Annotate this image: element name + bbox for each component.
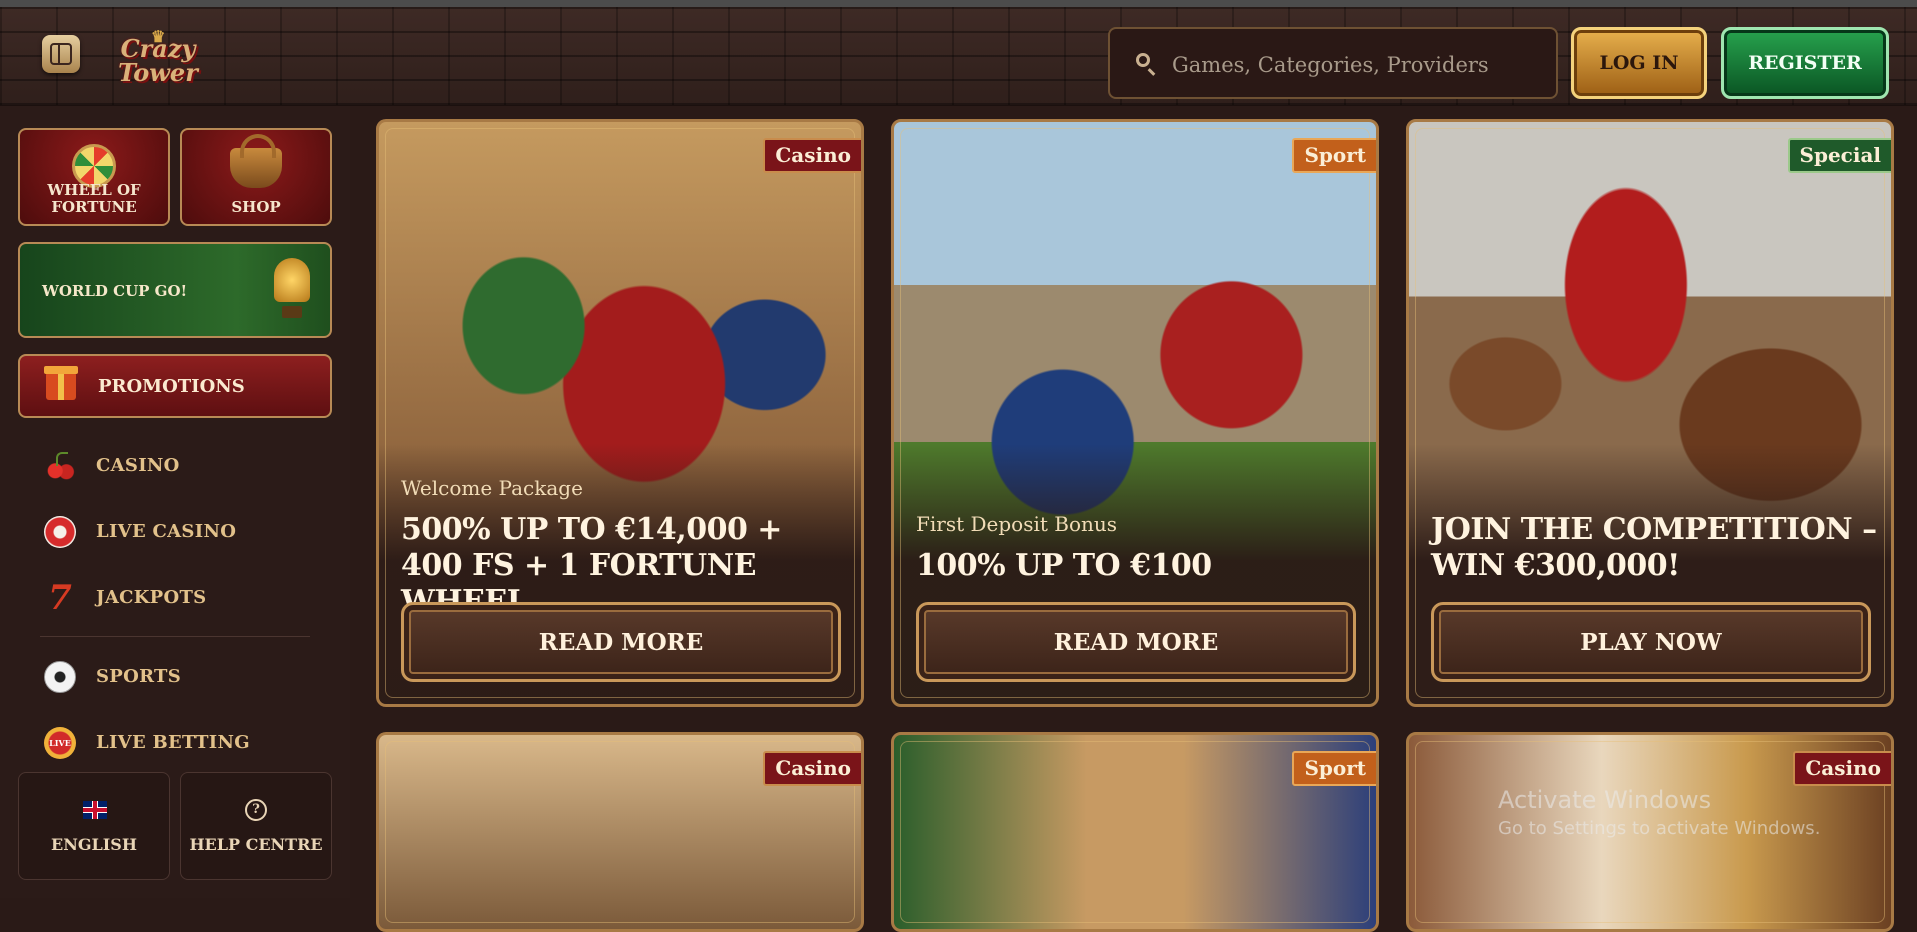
help-icon: ? bbox=[245, 799, 267, 821]
category-tag: Sport bbox=[1292, 138, 1376, 173]
logo-text-line2: Tower bbox=[118, 58, 198, 87]
search-bar[interactable] bbox=[1108, 27, 1558, 99]
category-tag: Special bbox=[1787, 138, 1891, 173]
category-tag: Casino bbox=[1793, 751, 1891, 786]
gift-icon bbox=[44, 366, 78, 400]
shop-tile[interactable]: SHOP bbox=[180, 128, 332, 226]
wheel-of-fortune-tile[interactable]: WHEEL OF FORTUNE bbox=[18, 128, 170, 226]
lucky-seven-icon: 7 bbox=[48, 578, 72, 618]
promo-card-competition[interactable]: Special JOIN THE COMPETITION – WIN €300,… bbox=[1406, 119, 1894, 707]
card-title: 100% UP TO €100 bbox=[916, 548, 1212, 583]
search-input[interactable] bbox=[1170, 47, 1544, 83]
sidebar-item-label: LIVE BETTING bbox=[96, 732, 250, 753]
sidebar-item-label: JACKPOTS bbox=[96, 587, 207, 608]
language-label: ENGLISH bbox=[51, 835, 137, 854]
sidebar: WHEEL OF FORTUNE SHOP WORLD CUP GO! PROM… bbox=[0, 106, 350, 898]
read-more-button[interactable]: READ MORE bbox=[401, 602, 841, 682]
card-title: JOIN THE COMPETITION – WIN €300,000! bbox=[1431, 512, 1877, 583]
promo-card-first-deposit[interactable]: Sport First Deposit Bonus 100% UP TO €10… bbox=[891, 119, 1379, 707]
help-centre-button[interactable]: ? HELP CENTRE bbox=[180, 772, 332, 880]
soccer-ball-icon bbox=[44, 661, 76, 693]
trophy-icon bbox=[274, 258, 310, 318]
world-cup-label: WORLD CUP GO! bbox=[42, 282, 188, 300]
crazy-tower-logo[interactable]: ♛ Crazy Tower bbox=[118, 25, 198, 95]
sidebar-item-label: CASINO bbox=[96, 455, 180, 476]
promo-card-welcome[interactable]: Casino Welcome Package 500% UP TO €14,00… bbox=[376, 119, 864, 707]
sidebar-item-casino[interactable]: CASINO bbox=[40, 444, 340, 488]
wheel-of-fortune-label: WHEEL OF FORTUNE bbox=[47, 181, 141, 216]
casino-chip-icon bbox=[44, 516, 76, 548]
promo-card[interactable]: Casino bbox=[376, 732, 864, 932]
help-centre-label: HELP CENTRE bbox=[189, 835, 323, 854]
category-tag: Sport bbox=[1292, 751, 1376, 786]
sidebar-item-label: LIVE CASINO bbox=[96, 521, 237, 542]
card-subtitle: First Deposit Bonus bbox=[916, 512, 1118, 536]
cherry-icon bbox=[44, 450, 76, 482]
crown-icon: ♛ bbox=[151, 27, 166, 46]
shop-label: SHOP bbox=[231, 198, 281, 216]
sidebar-item-live-betting[interactable]: LIVE LIVE BETTING bbox=[40, 721, 340, 765]
world-cup-banner[interactable]: WORLD CUP GO! bbox=[18, 242, 332, 338]
category-tag: Casino bbox=[763, 138, 861, 173]
watermark-title: Activate Windows bbox=[1498, 786, 1712, 814]
activate-windows-watermark: Activate Windows Go to Settings to activ… bbox=[1498, 786, 1820, 839]
watermark-subtitle: Go to Settings to activate Windows. bbox=[1498, 818, 1821, 839]
live-badge-icon: LIVE bbox=[44, 727, 76, 759]
card-subtitle: Welcome Package bbox=[401, 476, 583, 500]
category-tag: Casino bbox=[763, 751, 861, 786]
uk-flag-icon bbox=[83, 801, 107, 819]
login-button[interactable]: LOG IN bbox=[1571, 27, 1707, 99]
sidebar-item-jackpots[interactable]: 7 JACKPOTS bbox=[40, 576, 340, 620]
promotions-label: PROMOTIONS bbox=[98, 376, 245, 397]
sidebar-toggle-icon[interactable] bbox=[42, 35, 80, 73]
register-button[interactable]: REGISTER bbox=[1721, 27, 1889, 99]
language-button[interactable]: ENGLISH bbox=[18, 772, 170, 880]
basket-icon bbox=[230, 134, 282, 188]
sidebar-item-label: SPORTS bbox=[96, 666, 182, 687]
sidebar-item-sports[interactable]: SPORTS bbox=[40, 655, 340, 699]
sidebar-item-live-casino[interactable]: LIVE CASINO bbox=[40, 510, 340, 554]
promo-card[interactable]: Sport bbox=[891, 732, 1379, 932]
sidebar-divider bbox=[40, 636, 310, 637]
search-icon bbox=[1136, 53, 1150, 67]
promotions-button[interactable]: PROMOTIONS bbox=[18, 354, 332, 418]
browser-top-bar bbox=[0, 0, 1917, 7]
play-now-button[interactable]: PLAY NOW bbox=[1431, 602, 1871, 682]
read-more-button[interactable]: READ MORE bbox=[916, 602, 1356, 682]
site-header: ♛ Crazy Tower LOG IN REGISTER bbox=[0, 7, 1917, 106]
